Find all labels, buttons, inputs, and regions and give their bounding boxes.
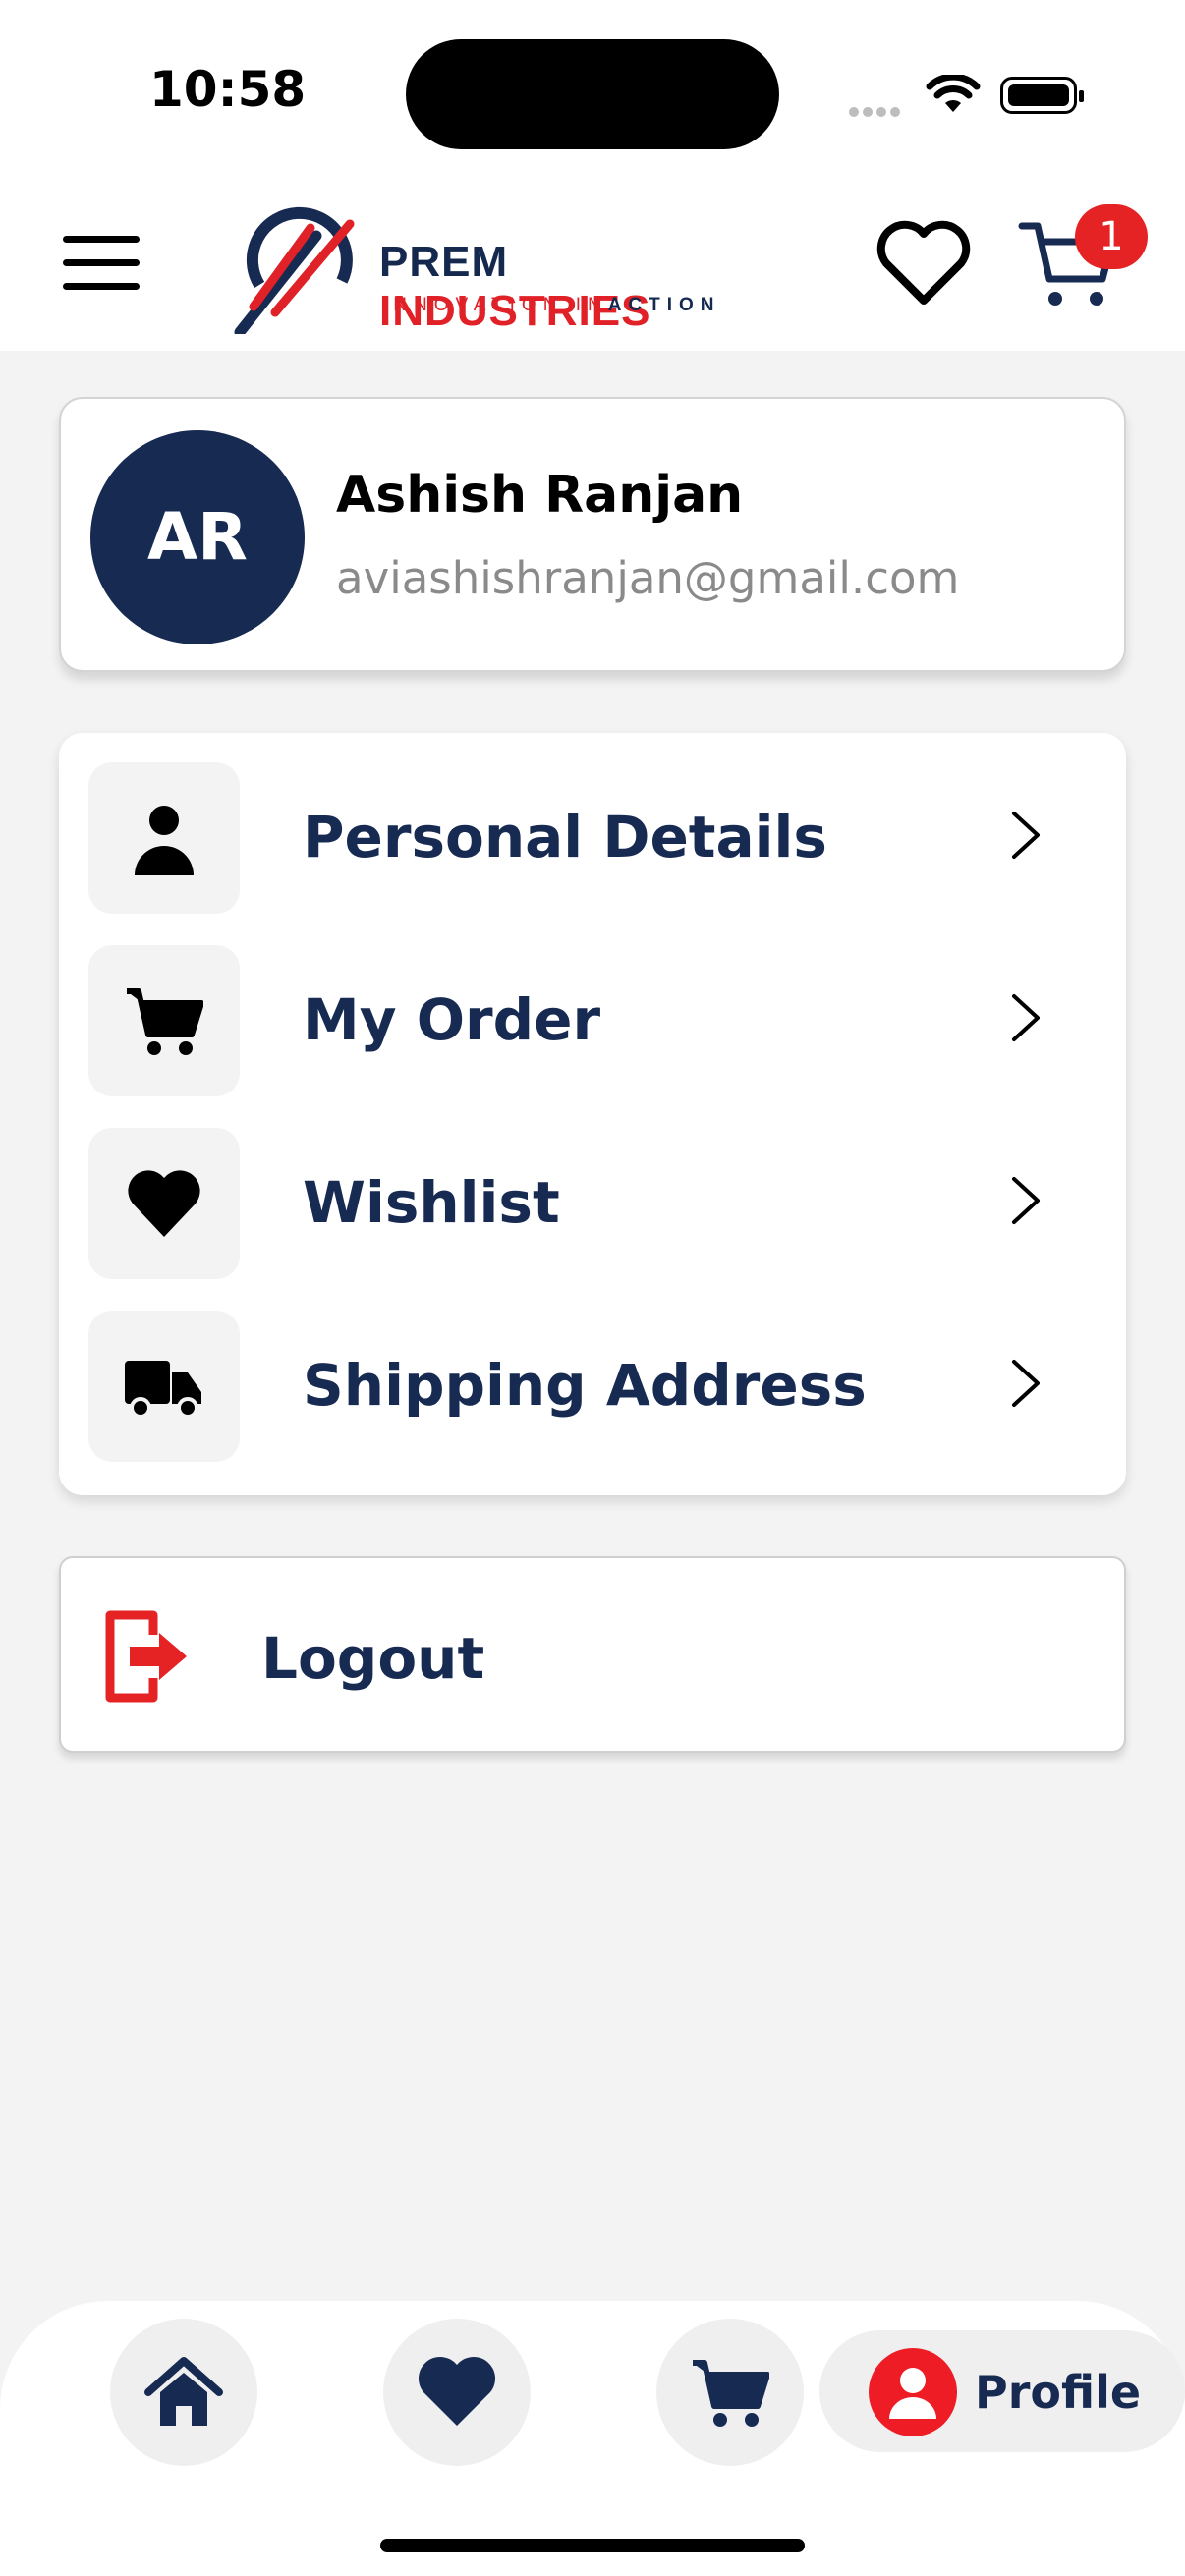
nav-profile-button[interactable]: Profile — [819, 2330, 1185, 2452]
account-menu: Personal Details My Order Wishlist Shipp… — [59, 733, 1126, 1495]
menu-item-label: My Order — [303, 986, 601, 1053]
nav-home-button[interactable] — [110, 2319, 257, 2466]
logo-mark-icon — [234, 206, 355, 334]
status-time: 10:58 — [149, 61, 307, 118]
brand-name-part1: PREM — [379, 238, 509, 286]
heart-icon — [128, 1170, 200, 1237]
chevron-right-icon — [1012, 812, 1040, 859]
truck-icon — [125, 1361, 201, 1419]
user-email: aviashishranjan@gmail.com — [336, 552, 960, 604]
menu-item-personal-details[interactable]: Personal Details — [59, 733, 1126, 916]
cellular-signal-icon — [849, 102, 904, 121]
status-bar: 10:58 — [0, 0, 1185, 177]
user-name: Ashish Ranjan — [336, 466, 744, 525]
menu-item-my-order[interactable]: My Order — [59, 916, 1126, 1098]
heart-icon — [418, 2356, 496, 2426]
brand-name: PREM INDUSTRIES — [379, 238, 782, 336]
bottom-navigation: Profile — [0, 2301, 1185, 2576]
nav-profile-label: Profile — [975, 2366, 1142, 2419]
logout-button[interactable]: Logout — [59, 1556, 1126, 1753]
avatar: AR — [90, 430, 305, 644]
menu-icon-box — [88, 1311, 240, 1462]
profile-card: AR Ashish Ranjan aviashishranjan@gmail.c… — [59, 397, 1126, 672]
home-indicator — [380, 2539, 805, 2552]
menu-item-shipping-address[interactable]: Shipping Address — [59, 1281, 1126, 1464]
logout-icon — [105, 1610, 187, 1703]
menu-item-wishlist[interactable]: Wishlist — [59, 1098, 1126, 1281]
app-header: PREM INDUSTRIES INNOVATION INACTION 1 — [0, 177, 1185, 351]
nav-cart-button[interactable] — [656, 2319, 804, 2466]
person-icon — [135, 806, 194, 875]
nav-wishlist-button[interactable] — [383, 2319, 531, 2466]
cart-badge: 1 — [1075, 204, 1148, 269]
brand-logo: PREM INDUSTRIES INNOVATION INACTION — [232, 196, 782, 336]
chevron-right-icon — [1012, 994, 1040, 1041]
menu-icon-box — [88, 1128, 240, 1279]
chevron-right-icon — [1012, 1360, 1040, 1407]
home-icon — [144, 2357, 223, 2426]
hamburger-menu-icon[interactable] — [63, 236, 140, 295]
dynamic-island — [406, 39, 779, 149]
menu-icon-box — [88, 762, 240, 914]
tagline-part3: ACTION — [607, 295, 721, 315]
chevron-right-icon — [1012, 1177, 1040, 1224]
logout-label: Logout — [261, 1625, 485, 1692]
wishlist-heart-icon[interactable] — [873, 216, 975, 310]
menu-item-label: Personal Details — [303, 804, 827, 870]
tagline-part2: IN — [575, 295, 608, 315]
profile-icon — [869, 2348, 957, 2436]
brand-tagline: INNOVATION INACTION — [381, 295, 721, 316]
menu-item-label: Wishlist — [303, 1169, 560, 1236]
menu-item-label: Shipping Address — [303, 1352, 867, 1419]
cart-icon — [693, 2360, 769, 2427]
tagline-part1: INNOVATION — [381, 295, 564, 315]
menu-icon-box — [88, 945, 240, 1096]
battery-icon — [1000, 77, 1084, 114]
wifi-icon — [926, 75, 981, 112]
cart-icon — [127, 988, 203, 1055]
